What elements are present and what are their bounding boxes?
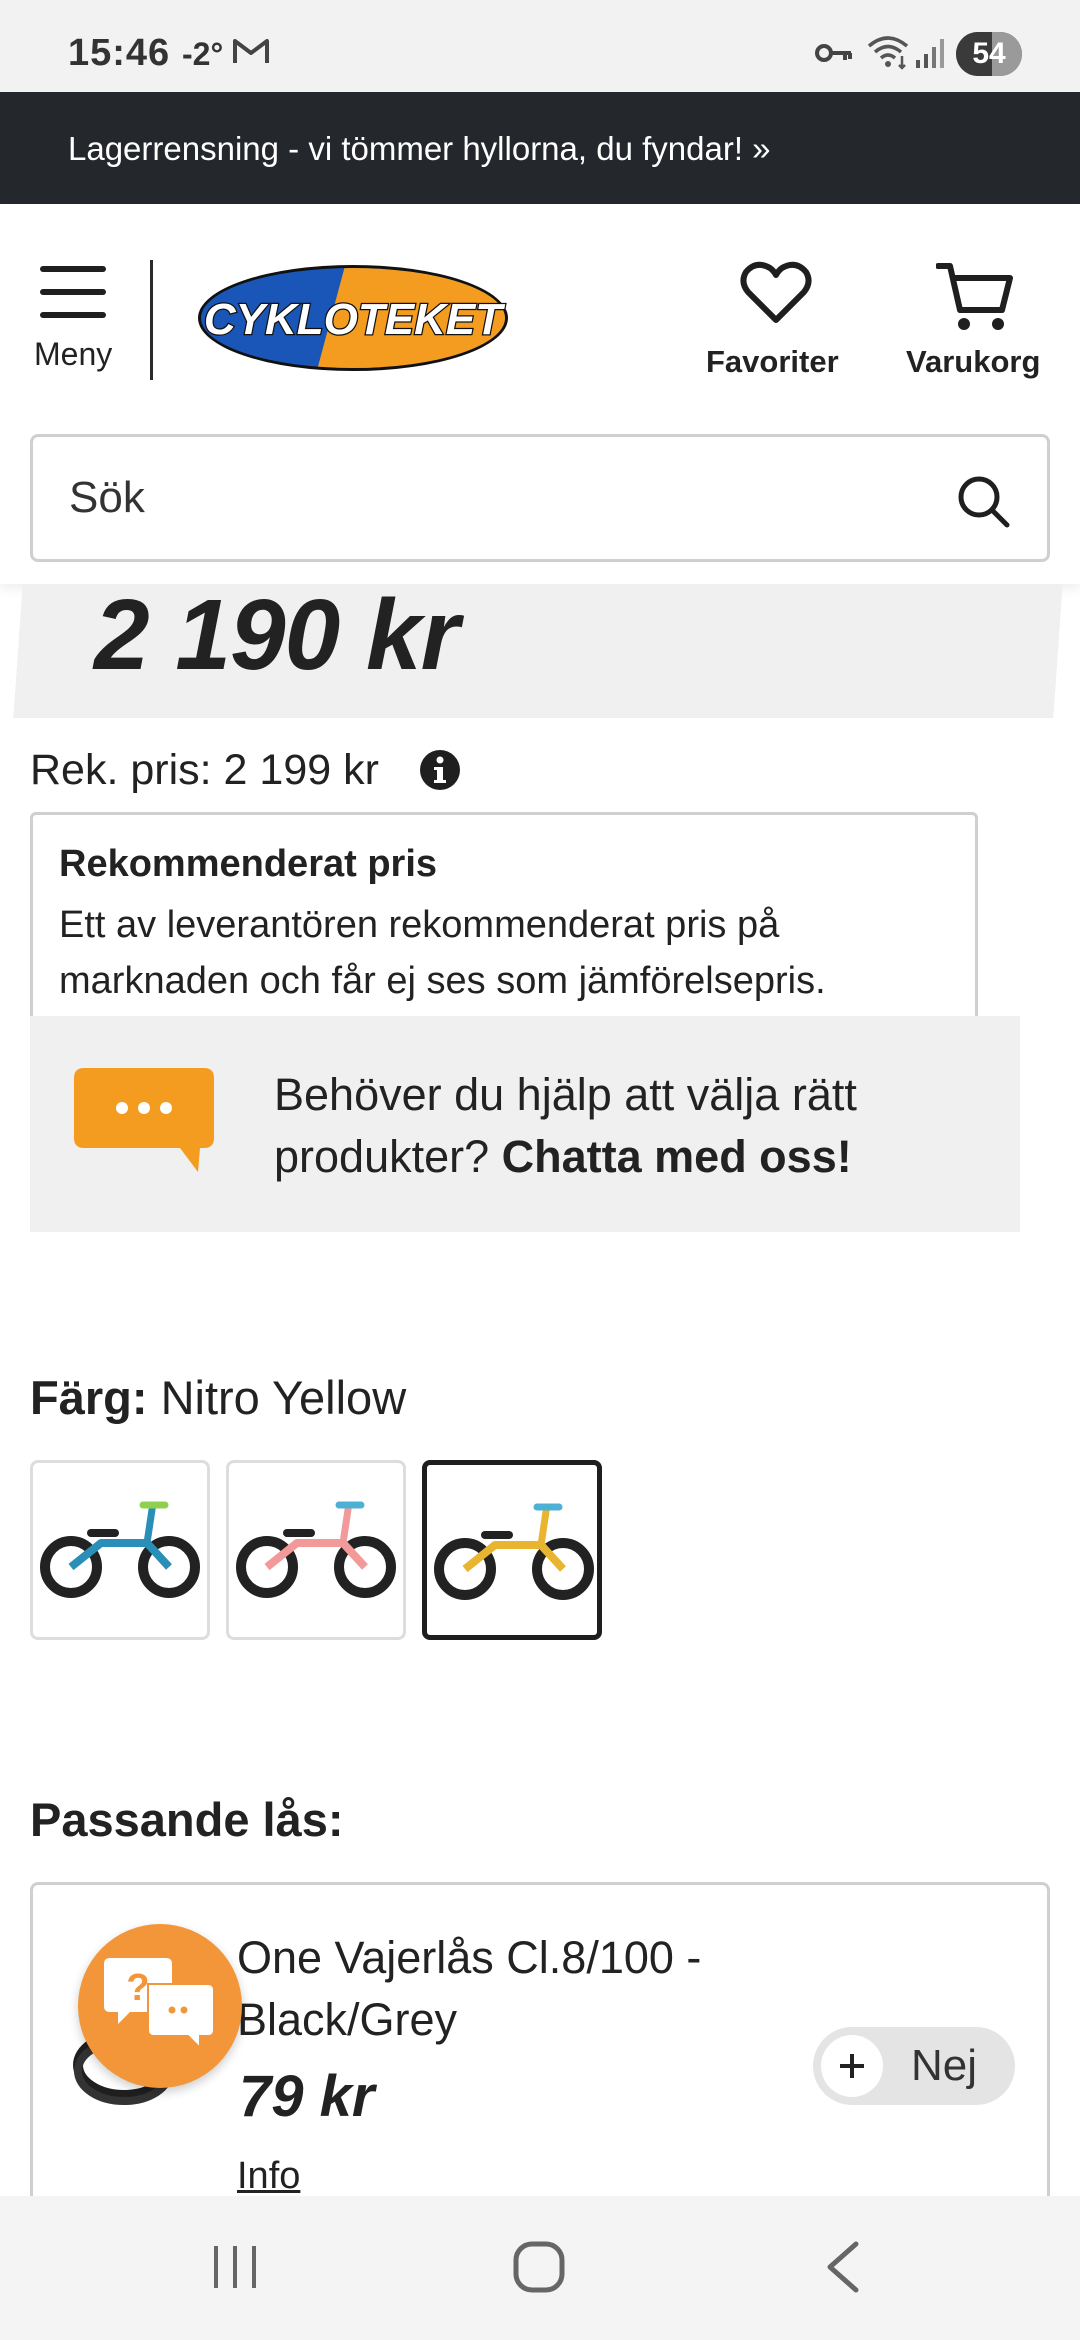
cart-button[interactable]: Varukorg xyxy=(904,260,1064,390)
promo-banner[interactable]: Lagerrensning - vi tömmer hyllorna, du f… xyxy=(0,92,1080,204)
balance-bike-yellow-image xyxy=(434,1503,594,1600)
chat-help-panel[interactable]: Behöver du hjälp att välja rätt produkte… xyxy=(30,1016,1020,1232)
color-value: Nitro Yellow xyxy=(160,1371,407,1424)
heart-icon xyxy=(740,261,812,323)
info-icon[interactable] xyxy=(418,748,462,792)
chat-bubble-icon xyxy=(74,1068,214,1172)
search-input[interactable] xyxy=(69,465,929,531)
menu-button[interactable]: Meny xyxy=(30,254,120,384)
hamburger-icon xyxy=(40,264,106,320)
wifi-icon xyxy=(867,36,909,70)
tooltip-body: Ett av leverantören rekommenderat pris p… xyxy=(59,904,826,1002)
favorites-button[interactable]: Favoriter xyxy=(700,260,850,390)
add-lock-toggle-label: Nej xyxy=(911,2041,978,2090)
recommended-price: Rek. pris: 2 199 kr xyxy=(30,746,379,794)
color-swatches xyxy=(30,1460,630,1640)
site-header: Meny CYKLOTEKET Favoriter Varukorg Sök xyxy=(0,204,1080,584)
search-bar[interactable] xyxy=(30,434,1050,562)
cart-icon xyxy=(936,263,1013,330)
status-bar: 15:46 -2° 54 xyxy=(0,0,1080,92)
tooltip-title: Rekommenderat pris xyxy=(59,843,438,885)
svg-text:CYKLOTEKET: CYKLOTEKET xyxy=(204,295,505,344)
product-page: 15:46 -2° 54 Lagerrensning - vi tömmer h… xyxy=(0,0,1080,2340)
vpn-key-icon xyxy=(815,44,852,62)
favorites-label: Favoriter xyxy=(706,344,839,379)
system-nav-bar xyxy=(0,2196,1080,2340)
gmail-icon xyxy=(233,39,269,63)
battery-icon: 54 xyxy=(956,32,1022,76)
matching-locks-title: Passande lås: xyxy=(30,1793,344,1846)
add-lock-toggle[interactable]: Nej xyxy=(813,2027,1015,2105)
chat-help-text[interactable]: Behöver du hjälp att välja rätt produkte… xyxy=(274,1064,994,1188)
plus-icon xyxy=(821,2035,883,2097)
lock-product-name[interactable]: One Vajerlås Cl.8/100 - Black/Grey xyxy=(237,1927,797,2051)
recommended-price-tooltip: Rekommenderat pris Ett av leverantören r… xyxy=(30,812,978,1022)
promo-banner-text[interactable]: Lagerrensning - vi tömmer hyllorna, du f… xyxy=(68,130,771,168)
chat-link[interactable]: Chatta med oss! xyxy=(502,1131,852,1182)
status-time: 15:46 xyxy=(68,32,171,74)
balance-bike-pink-image xyxy=(236,1501,396,1598)
lock-product-price: 79 kr xyxy=(239,2064,375,2129)
menu-label: Meny xyxy=(34,336,113,372)
help-chat-icon: ? xyxy=(104,1958,215,2051)
back-icon[interactable] xyxy=(822,2240,862,2294)
swatch-blue[interactable] xyxy=(30,1460,210,1640)
status-temperature: -2° xyxy=(182,36,224,72)
product-price: 2 190 kr xyxy=(94,579,460,691)
lock-info-link[interactable]: Info xyxy=(237,2155,300,2198)
battery-level: 54 xyxy=(972,37,1006,70)
swatch-pink[interactable] xyxy=(226,1460,406,1640)
header-divider xyxy=(150,260,153,380)
swatch-yellow-selected[interactable] xyxy=(422,1460,602,1640)
signal-icon xyxy=(916,39,944,68)
color-label: Färg: Nitro Yellow xyxy=(30,1370,406,1425)
balance-bike-blue-image xyxy=(40,1501,200,1598)
cart-label: Varukorg xyxy=(906,344,1041,379)
search-icon[interactable] xyxy=(955,473,1011,529)
help-chat-button[interactable]: ? xyxy=(78,1924,242,2088)
cykloteket-logo[interactable]: CYKLOTEKET xyxy=(196,262,510,374)
home-icon[interactable] xyxy=(512,2240,566,2294)
color-label-key: Färg: xyxy=(30,1371,148,1424)
recents-icon[interactable] xyxy=(210,2244,260,2290)
svg-text:?: ? xyxy=(126,1967,149,2009)
